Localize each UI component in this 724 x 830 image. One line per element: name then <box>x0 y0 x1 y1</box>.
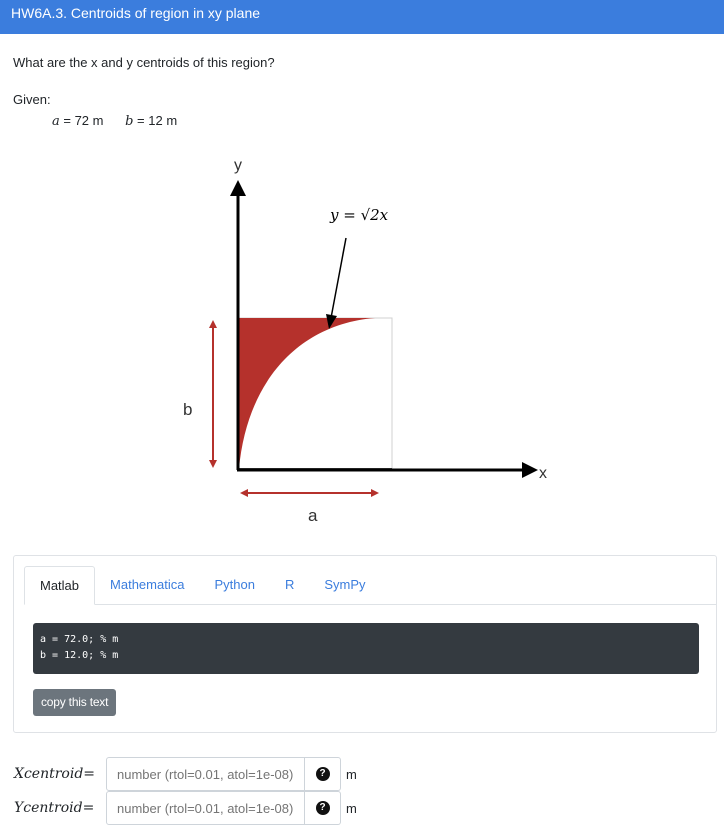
xcentroid-help-button[interactable]: ? <box>305 757 341 791</box>
xcentroid-label: Xcentroid= <box>14 766 106 782</box>
given-a-var: a <box>52 114 60 129</box>
code-block[interactable]: a = 72.0; % m b = 12.0; % m <box>33 623 699 674</box>
given-a: a = 72 m <box>52 113 104 129</box>
xcentroid-unit: m <box>346 766 357 782</box>
x-axis-label: x <box>539 465 547 482</box>
ycentroid-eq: = <box>82 800 95 816</box>
tab-python[interactable]: Python <box>199 566 269 604</box>
ycentroid-var: Ycentroid <box>14 800 83 816</box>
ycentroid-unit: m <box>346 800 357 816</box>
a-dimension-label: a <box>308 506 318 525</box>
answer-row-y: Ycentroid= ? m <box>14 790 357 826</box>
ycentroid-input[interactable] <box>106 791 305 825</box>
question-circle-icon: ? <box>315 767 330 781</box>
given-b-value: = 12 m <box>133 113 178 128</box>
tab-mathematica[interactable]: Mathematica <box>95 566 199 604</box>
question-text: What are the x and y centroids of this r… <box>13 55 275 70</box>
given-b: b = 12 m <box>125 113 178 129</box>
given-a-value: = 72 m <box>59 113 104 128</box>
xcentroid-eq: = <box>83 766 96 782</box>
answer-row-x: Xcentroid= ? m <box>14 756 357 792</box>
curve-equation: y = √2x <box>329 206 389 224</box>
y-axis-arrowhead <box>230 180 246 196</box>
code-panel: Matlab Mathematica Python R SymPy a = 72… <box>13 555 717 733</box>
b-arrow-top <box>209 320 217 328</box>
x-axis-arrowhead <box>522 462 538 478</box>
b-arrow-bottom <box>209 460 217 468</box>
xcentroid-var: Xcentroid <box>14 766 84 782</box>
a-arrow-left <box>240 489 248 497</box>
question-circle-icon: ? <box>315 801 330 815</box>
code-line-b: b = 12.0; % m <box>40 650 119 661</box>
ycentroid-help-button[interactable]: ? <box>305 791 341 825</box>
region-figure: y x y = √2x b a <box>183 157 547 525</box>
y-axis-label: y <box>234 157 242 174</box>
given-label: Given: <box>13 92 51 107</box>
a-arrow-right <box>371 489 379 497</box>
ycentroid-label: Ycentroid= <box>14 800 106 816</box>
tab-matlab[interactable]: Matlab <box>24 566 96 605</box>
language-tabs: Matlab Mathematica Python R SymPy <box>24 566 716 605</box>
b-dimension-label: b <box>183 400 192 419</box>
question-title-bar: HW6A.3. Centroids of region in xy plane <box>0 0 724 34</box>
xcentroid-input[interactable] <box>106 757 305 791</box>
tab-sympy[interactable]: SymPy <box>309 566 380 604</box>
question-title: HW6A.3. Centroids of region in xy plane <box>11 5 261 21</box>
tab-r[interactable]: R <box>270 566 309 604</box>
given-values: a = 72 m b = 12 m <box>52 113 195 129</box>
curve-pointer-arrow <box>330 237 347 319</box>
copy-text-button[interactable]: copy this text <box>33 689 117 716</box>
code-line-a: a = 72.0; % m <box>40 634 119 645</box>
